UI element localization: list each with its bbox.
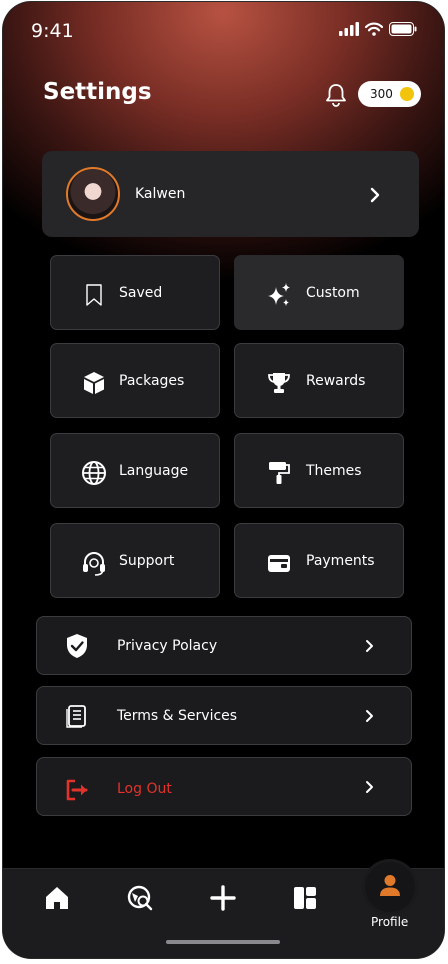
logout-icon <box>66 779 88 801</box>
tile-payments[interactable]: Payments <box>234 523 404 598</box>
tile-saved[interactable]: Saved <box>50 255 220 330</box>
coin-icon <box>399 87 414 101</box>
signal-icon <box>339 22 359 36</box>
chevron-right-icon <box>366 781 373 793</box>
wifi-icon <box>365 22 383 36</box>
trophy-icon <box>268 373 290 393</box>
profile-tab-button[interactable] <box>365 862 415 912</box>
tile-label: Payments <box>306 553 375 569</box>
tile-custom[interactable]: Custom <box>234 255 404 330</box>
sparkles-icon <box>268 283 290 306</box>
row-label: Terms & Services <box>117 708 238 724</box>
row-terms-services[interactable]: Terms & Services <box>36 686 412 745</box>
bookmark-icon <box>86 284 102 306</box>
profile-card[interactable]: Kalwen <box>42 151 419 237</box>
battery-icon <box>389 22 417 36</box>
tile-label: Support <box>119 553 175 569</box>
tile-rewards[interactable]: Rewards <box>234 343 404 418</box>
tile-label: Packages <box>119 373 185 389</box>
tile-label: Themes <box>306 463 362 479</box>
chevron-right-icon <box>366 710 373 722</box>
page-title: Settings <box>43 79 152 105</box>
profile-icon <box>380 875 400 896</box>
profile-name: Kalwen <box>135 186 186 202</box>
headset-icon <box>83 552 105 576</box>
tile-label: Custom <box>306 285 360 301</box>
avatar <box>66 167 120 221</box>
chevron-right-icon <box>366 640 373 652</box>
paint-roller-icon <box>269 462 290 484</box>
tile-label: Language <box>119 463 189 479</box>
coin-count: 300 <box>370 87 393 101</box>
row-log-out[interactable]: Log Out <box>36 757 412 816</box>
tile-themes[interactable]: Themes <box>234 433 404 508</box>
tab-label-profile: Profile <box>371 915 409 929</box>
tile-label: Saved <box>119 285 163 301</box>
home-indicator <box>166 940 280 944</box>
document-icon <box>66 705 86 728</box>
add-icon[interactable] <box>209 884 237 912</box>
home-icon[interactable] <box>43 884 71 912</box>
wallet-icon <box>268 555 290 572</box>
tile-packages[interactable]: Packages <box>50 343 220 418</box>
tile-label: Rewards <box>306 373 366 389</box>
tile-language[interactable]: Language <box>50 433 220 508</box>
globe-icon <box>82 461 106 485</box>
notification-bell-icon[interactable] <box>325 83 347 111</box>
status-icons <box>339 22 417 36</box>
shield-check-icon <box>67 634 87 658</box>
dashboard-icon[interactable] <box>291 884 319 912</box>
row-privacy-policy[interactable]: Privacy Polacy <box>36 616 412 675</box>
row-label: Privacy Polacy <box>117 638 218 654</box>
package-icon <box>84 372 104 394</box>
row-label: Log Out <box>117 781 172 797</box>
coin-balance-badge[interactable]: 300 <box>358 81 421 107</box>
chevron-right-icon <box>370 187 380 203</box>
discover-icon[interactable] <box>126 884 154 912</box>
tile-support[interactable]: Support <box>50 523 220 598</box>
phone-screen: 9:41 Settings 300 Kalwen Saved Custom Pa… <box>3 2 444 958</box>
status-time: 9:41 <box>31 20 74 42</box>
